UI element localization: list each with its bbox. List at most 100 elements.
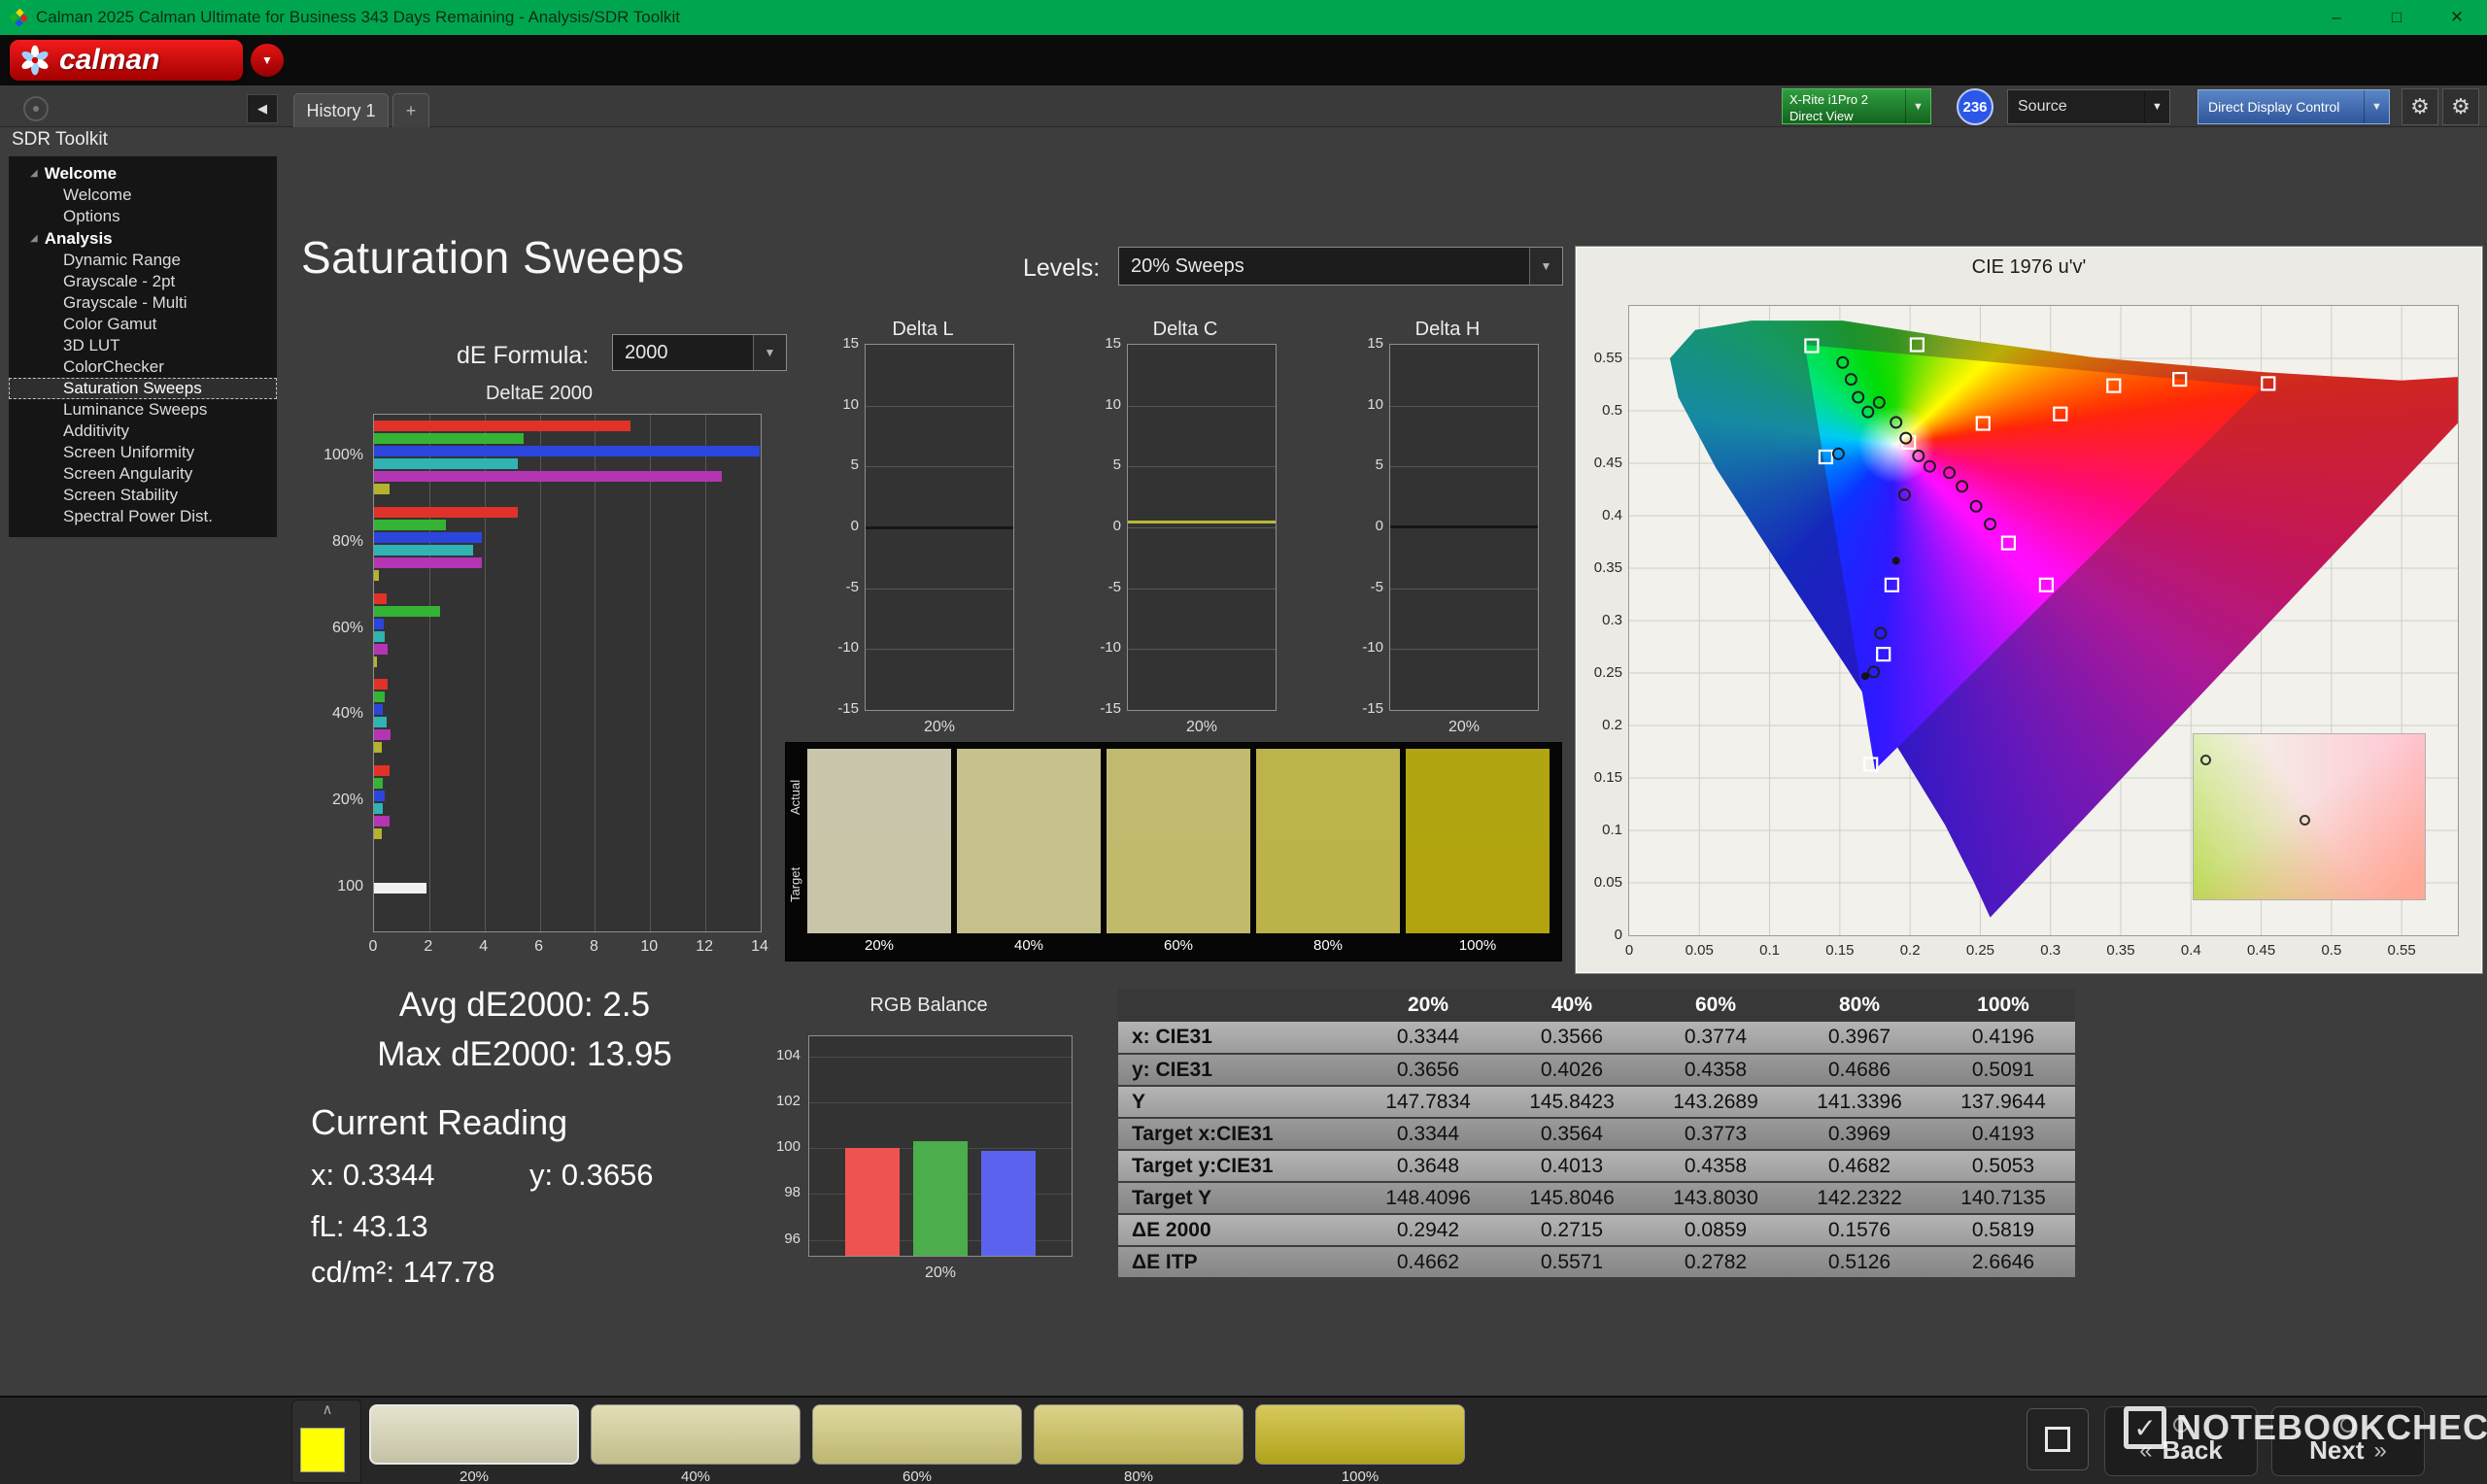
maximize-button[interactable]: □ <box>2367 0 2427 35</box>
target-marker <box>2173 373 2186 386</box>
patch-button-60%[interactable] <box>812 1404 1022 1465</box>
measurement-marker <box>1853 392 1863 403</box>
close-button[interactable]: ✕ <box>2427 0 2487 35</box>
workflow-settings-button[interactable]: ⚙ <box>2442 88 2479 125</box>
levels-label: Levels: <box>1023 254 1100 283</box>
sidebar-item-spectral-power-dist[interactable]: Spectral Power Dist. <box>9 506 277 527</box>
gridline <box>809 1057 1072 1058</box>
table-row: y: CIE310.36560.40260.43580.46860.5091 <box>1118 1054 2075 1086</box>
axis-tick-label: 8 <box>579 938 608 956</box>
sidebar-item-options[interactable]: Options <box>9 206 277 227</box>
square-icon <box>2045 1427 2070 1452</box>
target-marker <box>1877 648 1890 660</box>
gridline <box>485 415 486 931</box>
measurement-marker <box>1875 628 1886 639</box>
levels-dropdown[interactable]: 20% Sweeps ▼ <box>1118 247 1563 286</box>
titlebar: Calman 2025 Calman Ultimate for Business… <box>0 0 2487 35</box>
delta-l-plot <box>865 344 1014 711</box>
table-col-header: 80% <box>1788 989 1931 1022</box>
axis-tick-label: 0.05 <box>1680 942 1719 959</box>
sidebar-section-analysis[interactable]: ◢ Analysis <box>9 227 277 250</box>
table-cell: 0.4358 <box>1644 1150 1788 1182</box>
sidebar-item-luminance-sweeps[interactable]: Luminance Sweeps <box>9 399 277 421</box>
row-label: Y <box>1118 1086 1356 1118</box>
source-selector[interactable]: Source ▼ <box>2007 89 2170 124</box>
current-reading-title: Current Reading <box>311 1102 567 1143</box>
table-cell: 145.8423 <box>1500 1086 1644 1118</box>
sidebar-collapse-button[interactable]: ◀ <box>247 94 278 123</box>
table-row: ΔE 20000.29420.27150.08590.15760.5819 <box>1118 1214 2075 1246</box>
axis-tick-label: 0.3 <box>2031 942 2070 959</box>
table-cell: 0.4193 <box>1931 1118 2075 1150</box>
delta-h-y-axis: 151050-5-10-15 <box>1350 317 1385 773</box>
minimize-button[interactable]: – <box>2306 0 2367 35</box>
gridline <box>1128 589 1276 590</box>
sidebar-item-additivity[interactable]: Additivity <box>9 421 277 442</box>
axis-tick-label: 104 <box>762 1047 801 1063</box>
bar <box>374 557 482 568</box>
axis-tick-label: 0.3 <box>1582 612 1622 628</box>
sidebar-item-screen-uniformity[interactable]: Screen Uniformity <box>9 442 277 463</box>
patch-button-40%[interactable] <box>591 1404 801 1465</box>
table-row: Target Y148.4096145.8046143.8030142.2322… <box>1118 1182 2075 1214</box>
axis-tick-label: 0.4 <box>2171 942 2210 959</box>
sidebar-item-screen-stability[interactable]: Screen Stability <box>9 485 277 506</box>
deltae-plot <box>373 414 762 932</box>
sidebar-item-color-gamut[interactable]: Color Gamut <box>9 314 277 335</box>
de-formula-label: dE Formula: <box>457 342 589 370</box>
de-formula-dropdown[interactable]: 2000 ▼ <box>612 334 787 371</box>
row-label: Target y:CIE31 <box>1118 1150 1356 1182</box>
bar <box>374 704 383 715</box>
sidebar-section-welcome[interactable]: ◢Welcome <box>9 162 277 185</box>
measurement-marker <box>1913 451 1924 461</box>
gridline <box>1390 466 1538 467</box>
target-swatch <box>807 841 951 933</box>
bar <box>374 631 385 642</box>
swatch-60% <box>1107 749 1250 933</box>
patch-button-80%[interactable] <box>1034 1404 1244 1465</box>
sidebar-item-welcome[interactable]: Welcome <box>9 185 277 206</box>
tree-expander-icon: ◢ <box>30 233 38 244</box>
bar <box>374 657 377 667</box>
axis-tick-label: 2 <box>414 938 443 956</box>
sidebar-item-colorchecker[interactable]: ColorChecker <box>9 356 277 378</box>
patch-window-handle[interactable]: ∧ <box>309 1400 346 1424</box>
calman-logo[interactable]: calman <box>10 40 243 81</box>
sidebar-tree: ◢WelcomeWelcomeOptions ◢ AnalysisDynamic R… <box>8 155 278 538</box>
patch-button-100%[interactable] <box>1255 1404 1465 1465</box>
meter-selector[interactable]: X-Rite i1Pro 2 Direct View ▼ <box>1782 88 1931 124</box>
bar <box>374 446 760 456</box>
axis-tick-label: 40% <box>311 705 363 723</box>
axis-tick-label: -5 <box>1088 579 1121 595</box>
deltae-chart: DeltaE 2000 100%80%60%40%20%100 02468101… <box>311 381 767 963</box>
settings-gear-button[interactable]: ⚙ <box>2402 88 2438 125</box>
calman-menu-button[interactable]: ▼ <box>251 44 284 77</box>
sidebar-item-screen-angularity[interactable]: Screen Angularity <box>9 463 277 485</box>
table-cell: 0.4026 <box>1500 1054 1644 1086</box>
axis-tick-label: -5 <box>826 579 859 595</box>
gridline <box>429 415 430 931</box>
tab-history-1[interactable]: History 1 <box>293 93 389 127</box>
patch-label: 80% <box>1034 1468 1244 1484</box>
sidebar-item-dynamic-range[interactable]: Dynamic Range <box>9 250 277 271</box>
table-col-header: 60% <box>1644 989 1788 1022</box>
measurement-marker <box>1862 407 1873 418</box>
session-indicator-icon[interactable] <box>23 96 49 121</box>
pattern-window-button[interactable] <box>2027 1408 2089 1470</box>
display-control-selector[interactable]: Direct Display Control ▼ <box>2197 89 2390 124</box>
sidebar-item-3d-lut[interactable]: 3D LUT <box>9 335 277 356</box>
cie-chart-panel: CIE 1976 u'v' 00.050.10.150.20.250.30.35… <box>1575 246 2483 974</box>
sidebar-item-grayscale-multi[interactable]: Grayscale - Multi <box>9 292 277 314</box>
cie-plot <box>1628 305 2459 936</box>
target-marker <box>1911 339 1924 352</box>
sidebar-item-saturation-sweeps[interactable]: Saturation Sweeps <box>9 378 277 399</box>
axis-tick-label: 0 <box>1610 942 1649 959</box>
tab-add-button[interactable]: + <box>392 93 429 127</box>
patch-button-20%[interactable] <box>369 1404 579 1465</box>
sidebar-section-label: Analysis <box>45 229 113 249</box>
sidebar-item-grayscale-2pt[interactable]: Grayscale - 2pt <box>9 271 277 292</box>
gridline <box>866 466 1013 467</box>
table-cell: 0.2715 <box>1500 1214 1644 1246</box>
check-icon: ✓ <box>2133 1412 2156 1444</box>
cie-data-points <box>1629 306 2458 935</box>
